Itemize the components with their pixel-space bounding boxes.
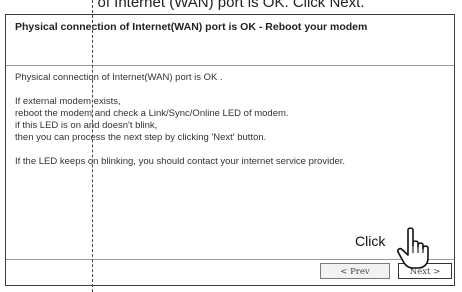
click-callout-label: Click [355,233,386,249]
instruction-line: then you can process the next step by cl… [15,132,267,143]
footer-divider [6,259,454,260]
title-divider [6,65,454,66]
instruction-line: reboot the modem and check a Link/Sync/O… [15,108,289,119]
dialog-title: Physical connection of Internet(WAN) por… [15,21,368,33]
instruction-line: If the LED keeps on blinking, you should… [15,156,346,167]
setup-wizard-dialog: Physical connection of Internet(WAN) por… [5,14,455,286]
prev-button[interactable]: < Prev [320,263,390,279]
instruction-line: If external modem exists, [15,96,121,107]
status-message: Physical connection of Internet(WAN) por… [15,72,223,83]
instruction-caption: of Internet (WAN) port is OK. Click Next… [97,0,365,11]
annotation-guide-line [92,0,93,292]
pointing-hand-icon [397,227,429,269]
screenshot-page: of Internet (WAN) port is OK. Click Next… [0,0,462,292]
instruction-line: if this LED is on and doesn't blink, [15,120,158,131]
